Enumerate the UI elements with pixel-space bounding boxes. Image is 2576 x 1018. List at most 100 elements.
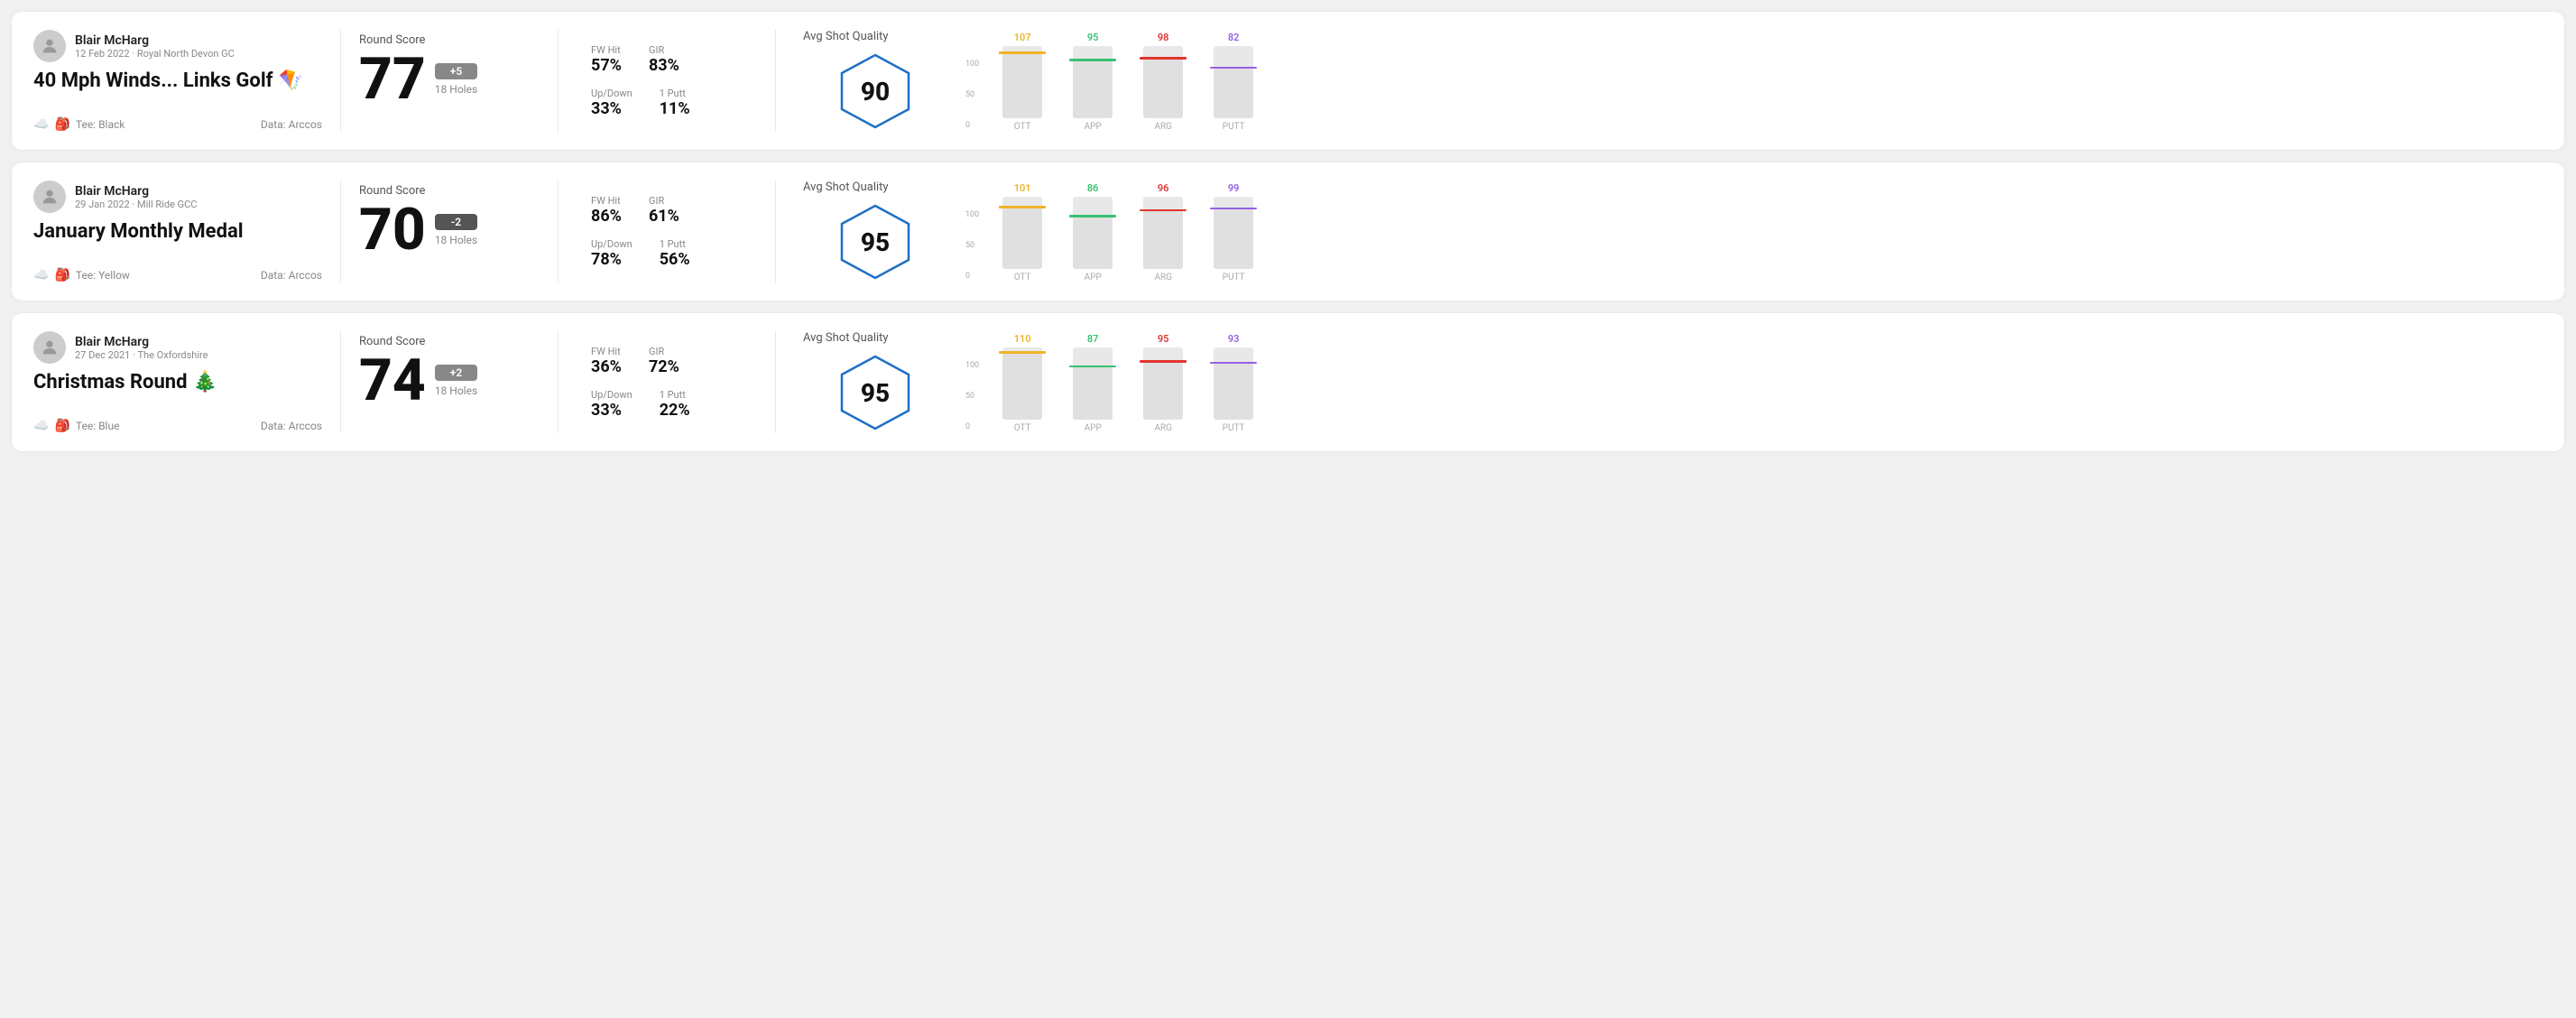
- bar-axis-label: APP: [1085, 122, 1102, 132]
- bar-line: [1069, 366, 1116, 368]
- data-source: Data: Arccos: [261, 118, 322, 131]
- bar-wrapper: [1073, 197, 1113, 269]
- avatar: [33, 180, 66, 213]
- gir-stat: GIR 72%: [649, 346, 679, 376]
- quality-score: 90: [861, 77, 890, 106]
- score-detail: -2 18 Holes: [435, 214, 477, 246]
- avg-quality-label: Avg Shot Quality: [803, 30, 889, 43]
- bar-value-app: 87: [1087, 333, 1099, 345]
- y-axis: 100 50 0: [965, 210, 979, 282]
- bar-value-arg: 96: [1158, 182, 1169, 194]
- bar-fill: [1214, 364, 1253, 420]
- round-card: Blair McHarg 29 Jan 2022 · Mill Ride GCC…: [11, 162, 2565, 301]
- bar-wrapper: [1143, 46, 1183, 118]
- holes-text: 18 Holes: [435, 83, 477, 96]
- bar-axis-label: OTT: [1014, 273, 1031, 282]
- bar-fill: [1002, 54, 1042, 118]
- round-title: 40 Mph Winds... Links Golf 🪁: [33, 69, 322, 92]
- divider: [340, 331, 341, 433]
- bar-group-arg: 96 ARG: [1136, 182, 1190, 282]
- stats-section: FW Hit 57% GIR 83% Up/Down 33% 1 Putt: [577, 30, 757, 132]
- data-source: Data: Arccos: [261, 420, 322, 432]
- bar-line: [999, 206, 1046, 208]
- bar-group-arg: 98 ARG: [1136, 32, 1190, 132]
- tee-info: ☁️ 🎒 Tee: Blue: [33, 419, 119, 433]
- weather-icon: ☁️: [33, 419, 49, 433]
- bar-wrapper: [1073, 347, 1113, 420]
- score-badge: -2: [435, 214, 477, 230]
- gir-value: 61%: [649, 207, 679, 226]
- hexagon-container: 95: [835, 201, 916, 282]
- bar-wrapper: [1073, 46, 1113, 118]
- oneputt-value: 56%: [660, 250, 690, 269]
- y-axis-top: 100: [965, 210, 979, 219]
- updown-label: Up/Down: [591, 389, 632, 401]
- gir-value: 72%: [649, 357, 679, 376]
- bar-axis-label: APP: [1085, 423, 1102, 433]
- bar-group-ott: 110 OTT: [995, 333, 1049, 433]
- fw-hit-label: FW Hit: [591, 346, 622, 357]
- score-number: 74: [359, 352, 426, 410]
- hexagon-container: 95: [835, 352, 916, 433]
- bar-value-putt: 99: [1228, 182, 1240, 194]
- stats-row-top: FW Hit 36% GIR 72%: [591, 346, 757, 376]
- bar-fill: [1214, 209, 1253, 269]
- bar-fill: [1002, 354, 1042, 420]
- updown-stat: Up/Down 78%: [591, 238, 632, 269]
- bar-value-app: 86: [1087, 182, 1099, 194]
- updown-value: 78%: [591, 250, 632, 269]
- bar-fill: [1073, 367, 1113, 420]
- weather-icon: ☁️: [33, 268, 49, 282]
- divider: [775, 30, 776, 132]
- bar-value-putt: 93: [1228, 333, 1240, 345]
- bar-group-app: 86 APP: [1066, 182, 1120, 282]
- bag-icon: 🎒: [54, 419, 69, 433]
- bar-value-putt: 82: [1228, 32, 1240, 43]
- bar-fill: [1143, 60, 1183, 118]
- fw-hit-value: 57%: [591, 56, 622, 75]
- bars-container: 107 OTT 95 APP 98 ARG 82: [995, 32, 1260, 132]
- left-section: Blair McHarg 29 Jan 2022 · Mill Ride GCC…: [33, 180, 322, 282]
- user-info: Blair McHarg 29 Jan 2022 · Mill Ride GCC: [75, 184, 197, 210]
- divider: [558, 180, 559, 282]
- avatar: [33, 30, 66, 62]
- y-axis-bot: 0: [965, 272, 979, 281]
- user-row: Blair McHarg 29 Jan 2022 · Mill Ride GCC: [33, 180, 322, 213]
- bar-axis-label: PUTT: [1223, 273, 1245, 282]
- bar-axis-label: PUTT: [1223, 122, 1245, 132]
- bar-group-putt: 99 PUTT: [1206, 182, 1260, 282]
- bar-line: [999, 351, 1046, 354]
- stats-row-bottom: Up/Down 78% 1 Putt 56%: [591, 238, 757, 269]
- divider: [340, 180, 341, 282]
- divider: [340, 30, 341, 132]
- y-axis: 100 50 0: [965, 60, 979, 132]
- date-course: 27 Dec 2021 · The Oxfordshire: [75, 349, 208, 361]
- oneputt-label: 1 Putt: [660, 88, 690, 99]
- bar-group-ott: 101 OTT: [995, 182, 1049, 282]
- updown-value: 33%: [591, 401, 632, 420]
- bar-line: [1210, 67, 1257, 69]
- bar-line: [1210, 362, 1257, 365]
- stats-row-top: FW Hit 57% GIR 83%: [591, 44, 757, 75]
- tee-label: Tee: Blue: [76, 420, 120, 432]
- holes-text: 18 Holes: [435, 234, 477, 246]
- bar-axis-label: ARG: [1154, 423, 1172, 433]
- y-axis-bot: 0: [965, 422, 979, 431]
- chart-section: 100 50 0 107 OTT 95 APP 98: [956, 30, 2543, 132]
- score-number: 77: [359, 51, 426, 108]
- quality-score: 95: [861, 227, 890, 257]
- bar-value-ott: 101: [1014, 182, 1031, 194]
- fw-hit-value: 86%: [591, 207, 622, 226]
- bar-fill: [1214, 69, 1253, 118]
- updown-label: Up/Down: [591, 88, 632, 99]
- avg-quality-label: Avg Shot Quality: [803, 331, 889, 345]
- divider: [775, 180, 776, 282]
- user-row: Blair McHarg 12 Feb 2022 · Royal North D…: [33, 30, 322, 62]
- updown-label: Up/Down: [591, 238, 632, 250]
- y-axis-top: 100: [965, 60, 979, 69]
- bars-container: 110 OTT 87 APP 95 ARG 93: [995, 333, 1260, 433]
- oneputt-stat: 1 Putt 56%: [660, 238, 690, 269]
- tee-label: Tee: Yellow: [76, 269, 130, 282]
- user-name: Blair McHarg: [75, 33, 235, 48]
- tee-row: ☁️ 🎒 Tee: Blue Data: Arccos: [33, 419, 322, 433]
